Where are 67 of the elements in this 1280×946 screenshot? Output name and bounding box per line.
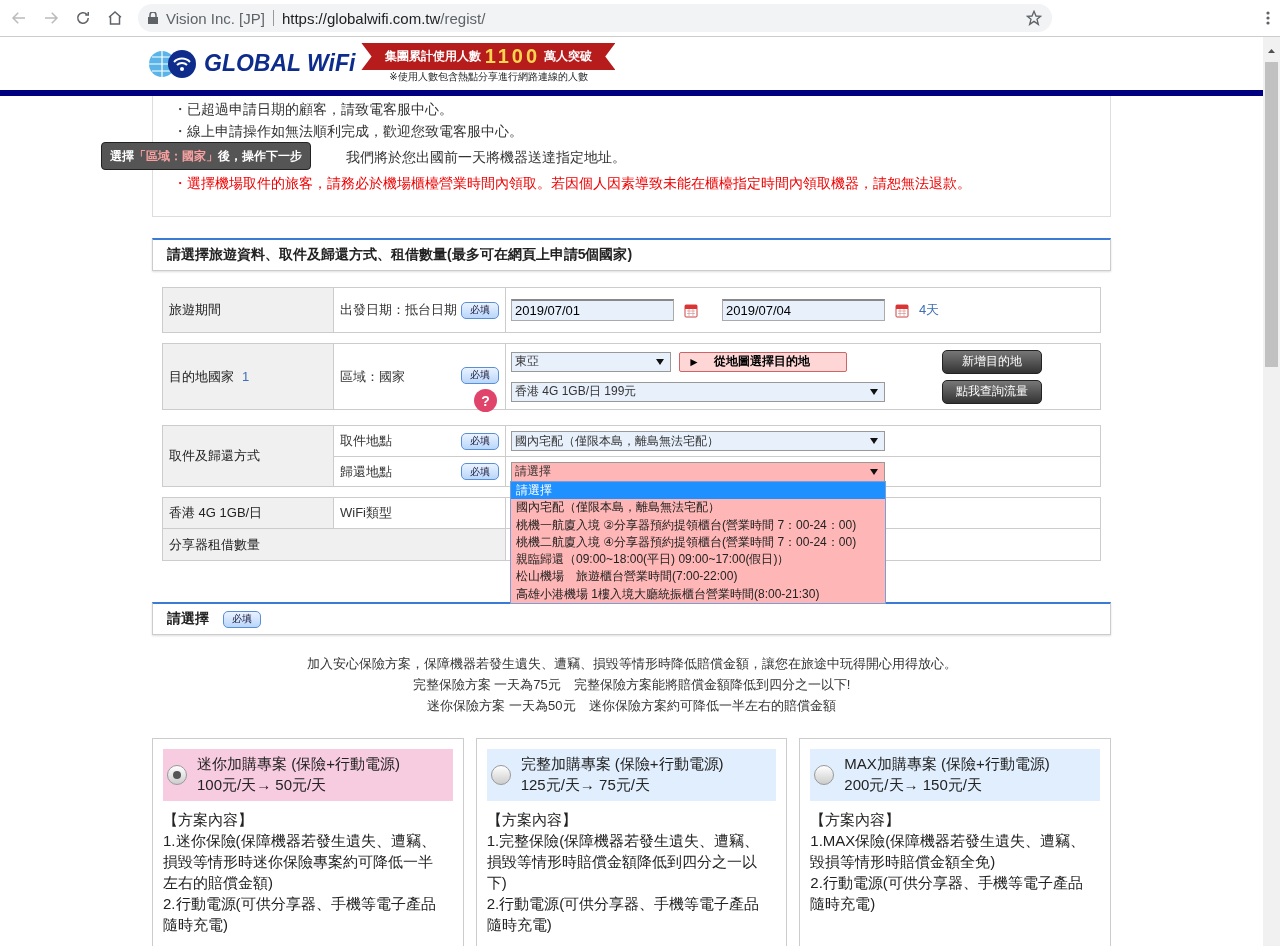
plan-price: 100元/天→ 50元/天 <box>197 776 328 795</box>
site-label: Vision Inc. [JP] <box>166 9 265 27</box>
url-text: https://globalwifi.com.tw/regist/ <box>281 9 486 27</box>
notice-text: ・已超過申請日期的顧客，請致電客服中心。 <box>173 100 453 119</box>
required-badge: 必填 <box>223 610 261 628</box>
dropdown-option[interactable]: 高雄小港機場 1樓入境大廳統振櫃台營業時間(8:00-21:30) <box>511 585 885 604</box>
plan-header[interactable]: MAX加購專案 (保險+行動電源) 200元/天→ 150元/天 <box>810 749 1100 801</box>
field-label: 歸還地點 <box>340 462 392 481</box>
dropdown-option[interactable]: 松山機場 旅遊櫃台營業時間(7:00-22:00) <box>511 568 885 586</box>
tooltip: 選擇「區域：國家」後，操作下一步 <box>101 142 311 170</box>
logo-text: GLOBAL WiFi <box>204 50 356 77</box>
field-label: WiFi類型 <box>340 504 392 522</box>
map-select-button[interactable]: ► 從地圖選擇目的地 <box>679 351 847 372</box>
required-badge: 必填 <box>461 366 499 384</box>
plan-select[interactable]: 香港 4G 1GB/日 199元 <box>511 381 885 402</box>
plan-title: 迷你加購專案 (保險+行動電源) <box>197 755 400 774</box>
add-destination-button[interactable]: 新增目的地 <box>942 349 1042 374</box>
region-select[interactable]: 東亞 <box>511 351 671 372</box>
required-badge: 必填 <box>461 301 499 319</box>
row-label: 目的地國家 <box>169 367 234 386</box>
plan-item-text: 1.MAX保險(保障機器若發生遺失、遭竊、毀損等情形時賠償金額全免) <box>810 831 1087 872</box>
start-date-field[interactable]: 2019/07/01 <box>511 299 674 321</box>
plan-item-text: 2.行動電源(可供分享器、手機等電子產品隨時充電) <box>810 873 1084 914</box>
plan-content-heading: 【方案內容】 <box>163 810 254 830</box>
plan-item-text: 2.行動電源(可供分享器、手機等電子產品隨時充電) <box>163 894 437 935</box>
notice-text: ・線上申請操作如無法順利完成，歡迎您致電客服中心。 <box>173 122 523 141</box>
days-text: 4天 <box>919 301 940 319</box>
plan-item-text: 2.行動電源(可供分享器、手機等電子產品隨時充電) <box>486 894 761 935</box>
dropdown-option[interactable]: 桃機一航廈入境 ②分享器預約提領櫃台(營業時間 7：00-24：00) <box>511 516 885 534</box>
row-label: 分享器租借數量 <box>163 528 506 560</box>
user-count-banner: 集團累計使用人數 1100 萬人突破 <box>361 43 616 70</box>
field-label: 取件地點 <box>340 432 392 450</box>
return-select[interactable]: 請選擇 <box>511 461 885 482</box>
plan-price: 200元/天→ 150元/天 <box>844 776 983 795</box>
section-title: 請選擇旅遊資料、取件及歸還方式、租借數量(最多可在網頁上申請5個國家) <box>167 246 633 264</box>
plan-price: 125元/天→ 75元/天 <box>520 776 651 795</box>
field-label: 區域：國家 <box>340 367 405 386</box>
required-badge: 必填 <box>461 463 499 480</box>
address-bar[interactable]: Vision Inc. [JP] https://globalwifi.com.tw/regist/ <box>138 4 1052 32</box>
pickup-select[interactable]: 國內宅配（僅限本島，離島無法宅配） <box>511 431 885 451</box>
required-badge: 必填 <box>461 432 499 450</box>
intro-text: 完整保險方案 一天為75元 完整保險方案能將賠償金額降低到四分之一以下! <box>411 676 852 694</box>
dropdown-option[interactable]: 國內宅配（僅限本島，離島無法宅配） <box>511 499 885 517</box>
row-label: 取件及歸還方式 <box>163 426 334 486</box>
intro-text: 迷你保險方案 一天為50元 迷你保險方案約可降低一半左右的賠償金額 <box>426 697 837 715</box>
plan-item-text: 1.完整保險(保障機器若發生遺失、遭竊、損毀等情形時賠償金額降低到四分之一以下) <box>486 831 761 893</box>
plan-content-heading: 【方案內容】 <box>486 810 578 830</box>
field-label: 出發日期：抵台日期 <box>340 301 457 319</box>
plan-title: 完整加購專案 (保險+行動電源) <box>520 755 724 774</box>
section-title: 請選擇 <box>167 610 209 628</box>
dropdown-option[interactable]: 親臨歸還（09:00~18:00(平日) 09:00~17:00(假日)） <box>511 551 885 569</box>
plan-item-text: 1.迷你保險(保障機器若發生遺失、遭竊、損毀等情形時迷你保險專案約可降低一半左右的賠償金額) <box>163 831 437 893</box>
plan-header[interactable]: 完整加購專案 (保險+行動電源) 125元/天→ 75元/天 <box>486 749 777 801</box>
check-usage-button[interactable]: 點我查詢流量 <box>942 379 1042 404</box>
end-date-field[interactable]: 2019/07/04 <box>722 299 885 321</box>
notice-text: ・選擇機場取件的旅客，請務必於機場櫃檯營業時間內領取。若因個人因素導致未能在櫃檯指定時間內領取機器，請恕無法退款。 <box>173 174 971 193</box>
dropdown-option[interactable]: 桃機二航廈入境 ④分享器預約提領櫃台(營業時間 7：00-24：00) <box>511 533 885 552</box>
plan-header[interactable]: 迷你加購專案 (保險+行動電源) 100元/天→ 50元/天 <box>163 749 453 801</box>
banner-note: ※使用人數包含熱點分享進行網路連線的人數 <box>389 70 588 84</box>
row-label: 旅遊期間 <box>163 288 334 332</box>
intro-text: 加入安心保險方案，保障機器若發生遺失、遭竊、損毀等情形時降低賠償金額，讓您在旅途中玩得開心用得放心。 <box>305 655 958 673</box>
row-label: 香港 4G 1GB/日 <box>163 498 334 528</box>
help-icon[interactable]: ? <box>474 389 497 412</box>
plan-content-heading: 【方案內容】 <box>810 810 902 830</box>
plan-title: MAX加購專案 (保險+行動電源) <box>844 755 1050 774</box>
destination-index: 1 <box>242 369 250 384</box>
notice-text: 我們將於您出國前一天將機器送達指定地址。 <box>346 148 626 167</box>
